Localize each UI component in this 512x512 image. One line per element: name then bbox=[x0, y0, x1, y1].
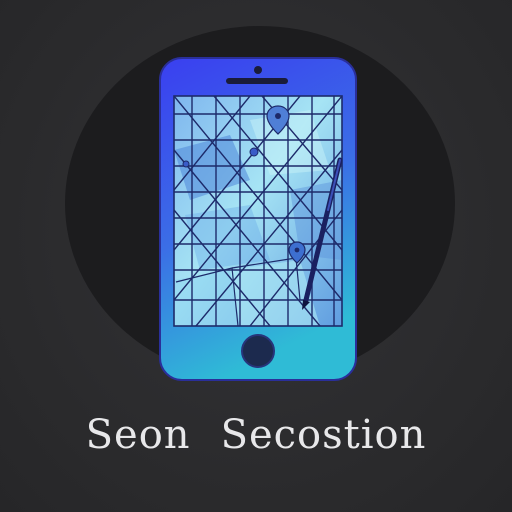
logo-canvas: Seon Secostion bbox=[0, 0, 512, 512]
map-marker-dot bbox=[249, 147, 259, 157]
home-button-icon bbox=[241, 334, 275, 368]
logo-caption: Seon Secostion bbox=[0, 412, 512, 472]
phone-camera-icon bbox=[254, 66, 262, 74]
phone-screen bbox=[174, 96, 342, 326]
caption-word-1: Seon bbox=[85, 412, 191, 458]
caption-word-2: Secostion bbox=[220, 412, 427, 458]
phone-speaker bbox=[226, 78, 288, 84]
map-marker-dot bbox=[182, 160, 190, 168]
